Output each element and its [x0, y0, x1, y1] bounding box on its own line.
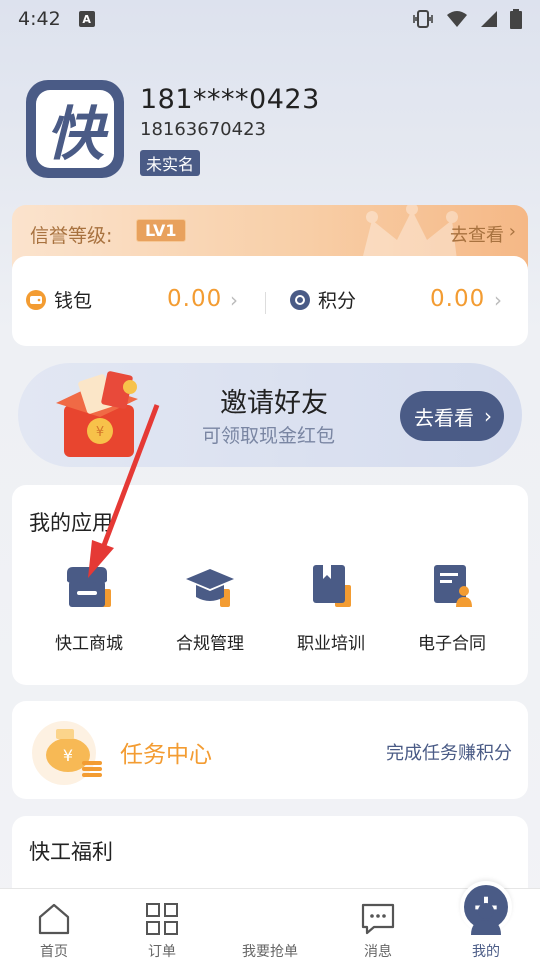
- app-training[interactable]: 职业培训: [271, 563, 391, 654]
- phone-number: 18163670423: [140, 119, 266, 140]
- svg-text:¥: ¥: [96, 425, 104, 440]
- red-envelope-gift-icon: ¥: [56, 371, 138, 457]
- tab-home[interactable]: 首页: [0, 889, 108, 960]
- chevron-right-icon: ›: [484, 404, 492, 428]
- verify-status-badge[interactable]: 未实名: [140, 150, 201, 176]
- avatar[interactable]: 快: [26, 80, 124, 178]
- store-icon: [63, 563, 115, 611]
- credit-label: 信誉等级:: [30, 225, 113, 247]
- signal-icon: [481, 11, 497, 27]
- wallet-value[interactable]: 0.00: [167, 286, 222, 312]
- level-badge: LV1: [136, 219, 186, 242]
- app-label: 快工商城: [55, 634, 123, 654]
- my-apps-card: 我的应用 快工商城 合规管理 职业培训 电子合同: [12, 485, 528, 685]
- invite-subtitle: 可领取现金红包: [202, 425, 336, 447]
- tab-label: 我的: [472, 944, 500, 960]
- status-bar: 4:42 A: [0, 0, 540, 38]
- chat-icon: [360, 901, 396, 937]
- chevron-right-icon: ›: [494, 288, 502, 312]
- view-credit-link[interactable]: 去查看: [450, 221, 504, 247]
- wallet-card: 钱包 0.00 › 积分 0.00 ›: [12, 256, 528, 346]
- battery-icon: [510, 9, 522, 29]
- chevron-right-icon: ›: [230, 288, 238, 312]
- invite-button-label: 去看看: [414, 405, 474, 430]
- piggy-bank-icon: ¥: [32, 721, 102, 785]
- divider: [265, 292, 266, 314]
- wifi-icon: [447, 11, 467, 27]
- contract-icon: [426, 563, 478, 611]
- app-label: 电子合同: [418, 634, 486, 654]
- app-label: 职业培训: [297, 634, 365, 654]
- vibrate-icon: [413, 10, 433, 28]
- points-value[interactable]: 0.00: [430, 286, 485, 312]
- svg-text:¥: ¥: [63, 746, 73, 765]
- invite-banner[interactable]: ¥ 邀请好友 可领取现金红包 去看看 ›: [18, 363, 522, 467]
- graduation-cap-icon: [184, 563, 236, 611]
- avatar-logo: 快: [36, 90, 114, 168]
- task-center-title: 任务中心: [120, 742, 212, 768]
- app-store[interactable]: 快工商城: [29, 563, 149, 654]
- apps-title: 我的应用: [29, 511, 113, 535]
- tab-orders[interactable]: 订单: [108, 889, 216, 960]
- status-time: 4:42: [18, 8, 61, 30]
- book-icon: [305, 563, 357, 611]
- user-icon: [469, 901, 503, 937]
- app-compliance[interactable]: 合规管理: [150, 563, 270, 654]
- grid-icon: [145, 901, 179, 937]
- home-icon: [37, 901, 71, 937]
- task-center-card[interactable]: ¥ 任务中心 完成任务赚积分: [12, 701, 528, 799]
- wallet-icon: [26, 289, 46, 310]
- app-contract[interactable]: 电子合同: [392, 563, 512, 654]
- tab-grab-order[interactable]: + 我要抢单: [216, 881, 512, 960]
- points-label: 积分: [318, 290, 357, 312]
- tab-label: 订单: [148, 944, 176, 960]
- status-icons: [412, 9, 522, 29]
- invite-title: 邀请好友: [220, 388, 328, 419]
- app-label: 合规管理: [176, 634, 244, 654]
- tab-label: 首页: [40, 944, 68, 960]
- notification-icon: A: [78, 11, 95, 27]
- wallet-label: 钱包: [54, 290, 93, 312]
- tab-mine[interactable]: 我的: [432, 889, 540, 960]
- username: 181****0423: [140, 84, 320, 115]
- tab-label: 消息: [364, 944, 392, 960]
- invite-go-button[interactable]: 去看看 ›: [400, 391, 504, 441]
- wallet-entry[interactable]: 钱包: [26, 286, 92, 313]
- tab-messages[interactable]: 消息: [324, 889, 432, 960]
- chevron-right-icon: ›: [508, 221, 516, 242]
- bottom-tab-bar: 首页 订单 + 我要抢单 消息 我的: [0, 881, 540, 960]
- welfare-title: 快工福利: [29, 840, 113, 864]
- points-entry[interactable]: 积分: [290, 286, 356, 313]
- task-center-desc: 完成任务赚积分: [386, 743, 512, 764]
- points-icon: [290, 289, 310, 310]
- tab-label: 我要抢单: [242, 944, 298, 960]
